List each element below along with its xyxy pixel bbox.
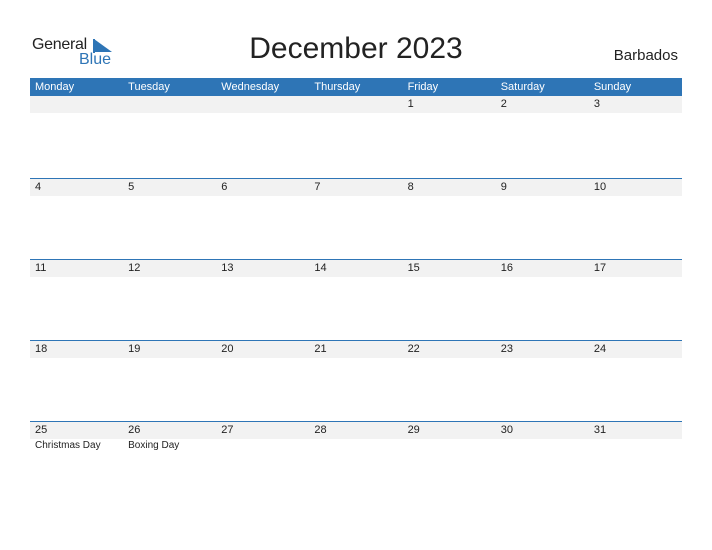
- day-number: 25: [35, 424, 48, 436]
- date-band: 1 2 3: [30, 96, 682, 113]
- holiday-label: [30, 358, 123, 359]
- holiday-label: Christmas Day: [35, 440, 101, 451]
- day-number: 20: [221, 343, 234, 355]
- holiday-label: [589, 196, 682, 197]
- day-number: 15: [407, 262, 420, 274]
- day-number: 8: [407, 181, 414, 193]
- calendar-title: December 2023: [249, 32, 463, 65]
- day-number: [309, 96, 402, 113]
- day-number: 19: [128, 343, 141, 355]
- day-number: 22: [407, 343, 420, 355]
- day-number: 13: [221, 262, 234, 274]
- holiday-label: [216, 196, 309, 197]
- holiday-label: [123, 358, 216, 359]
- calendar-grid: Monday Tuesday Wednesday Thursday Friday…: [30, 78, 682, 502]
- holiday-label: [589, 277, 682, 278]
- holiday-label: [403, 439, 496, 451]
- date-band: 25 26 27 28 29 30 31: [30, 421, 682, 439]
- holiday-label: [403, 196, 496, 197]
- weekday-friday: Friday: [407, 81, 439, 93]
- day-number: 23: [500, 343, 513, 355]
- day-number: 12: [128, 262, 141, 274]
- country-label: Barbados: [613, 47, 678, 64]
- day-number: 30: [500, 424, 513, 436]
- week-row: 4 5 6 7 8 9 10: [30, 178, 682, 259]
- week-row: 1 2 3: [30, 96, 682, 178]
- day-number: 24: [593, 343, 607, 355]
- day-number: 5: [128, 181, 135, 193]
- weekday-header: Monday Tuesday Wednesday Thursday Friday…: [30, 78, 682, 96]
- date-band: 18 19 20 21 22 23 24: [30, 340, 682, 358]
- holiday-notes: Christmas Day Boxing Day: [30, 439, 682, 451]
- holiday-label: [123, 277, 216, 278]
- week-row: 25 26 27 28 29 30 31 Christmas Day Boxing Day: [30, 421, 682, 502]
- week-row: 11 12 13 14 15 16 17: [30, 259, 682, 340]
- day-number: 27: [221, 424, 234, 436]
- day-number: 31: [593, 424, 607, 436]
- holiday-label: [123, 196, 216, 197]
- day-number: 7: [314, 181, 321, 193]
- day-number: 2: [500, 98, 507, 110]
- day-number: 3: [593, 98, 600, 110]
- holiday-label: [30, 277, 123, 278]
- weekday-sunday: Sunday: [593, 81, 632, 93]
- holiday-label: [309, 358, 402, 359]
- day-number: 16: [500, 262, 513, 274]
- holiday-label: [309, 196, 402, 197]
- day-number: 11: [35, 262, 47, 274]
- day-number: 14: [314, 262, 327, 274]
- day-number: [30, 96, 123, 113]
- day-number: 1: [407, 98, 414, 110]
- day-number: 17: [593, 262, 607, 274]
- holiday-label: [496, 277, 589, 278]
- holiday-label: Boxing Day: [128, 440, 180, 451]
- weekday-monday: Monday: [35, 81, 75, 93]
- holiday-label: [589, 439, 682, 451]
- holiday-label: [589, 358, 682, 359]
- holiday-label: [496, 358, 589, 359]
- holiday-notes: [30, 277, 682, 278]
- date-band: 4 5 6 7 8 9 10: [30, 178, 682, 196]
- weekday-wednesday: Wednesday: [221, 81, 280, 93]
- day-number: [123, 96, 216, 113]
- holiday-label: [403, 277, 496, 278]
- week-row: 18 19 20 21 22 23 24: [30, 340, 682, 421]
- holiday-label: [216, 358, 309, 359]
- holiday-label: [309, 113, 402, 114]
- day-number: 26: [128, 424, 141, 436]
- weekday-saturday: Saturday: [500, 81, 545, 93]
- holiday-label: [403, 358, 496, 359]
- date-band: 11 12 13 14 15 16 17: [30, 259, 682, 277]
- weekday-thursday: Thursday: [314, 81, 361, 93]
- day-number: 28: [314, 424, 327, 436]
- holiday-label: [589, 113, 682, 114]
- holiday-notes: [30, 358, 682, 359]
- holiday-label: [496, 113, 589, 114]
- holiday-label: [216, 113, 309, 114]
- holiday-label: [496, 439, 589, 451]
- day-number: 21: [314, 343, 327, 355]
- holiday-notes: [30, 196, 682, 197]
- day-number: 29: [407, 424, 420, 436]
- holiday-label: [403, 113, 496, 114]
- holiday-label: [216, 277, 309, 278]
- holiday-label: [30, 196, 123, 197]
- day-number: [216, 96, 309, 113]
- holiday-label: [123, 113, 216, 114]
- day-number: 4: [35, 181, 42, 193]
- day-number: 10: [593, 181, 607, 193]
- holiday-label: [309, 439, 402, 451]
- holiday-notes: [30, 113, 682, 114]
- weekday-tuesday: Tuesday: [128, 81, 170, 93]
- day-number: 6: [221, 181, 228, 193]
- holiday-label: [496, 196, 589, 197]
- holiday-label: [309, 277, 402, 278]
- day-number: 18: [35, 343, 48, 355]
- day-number: 9: [500, 181, 507, 193]
- holiday-label: [216, 439, 309, 451]
- holiday-label: [30, 113, 123, 114]
